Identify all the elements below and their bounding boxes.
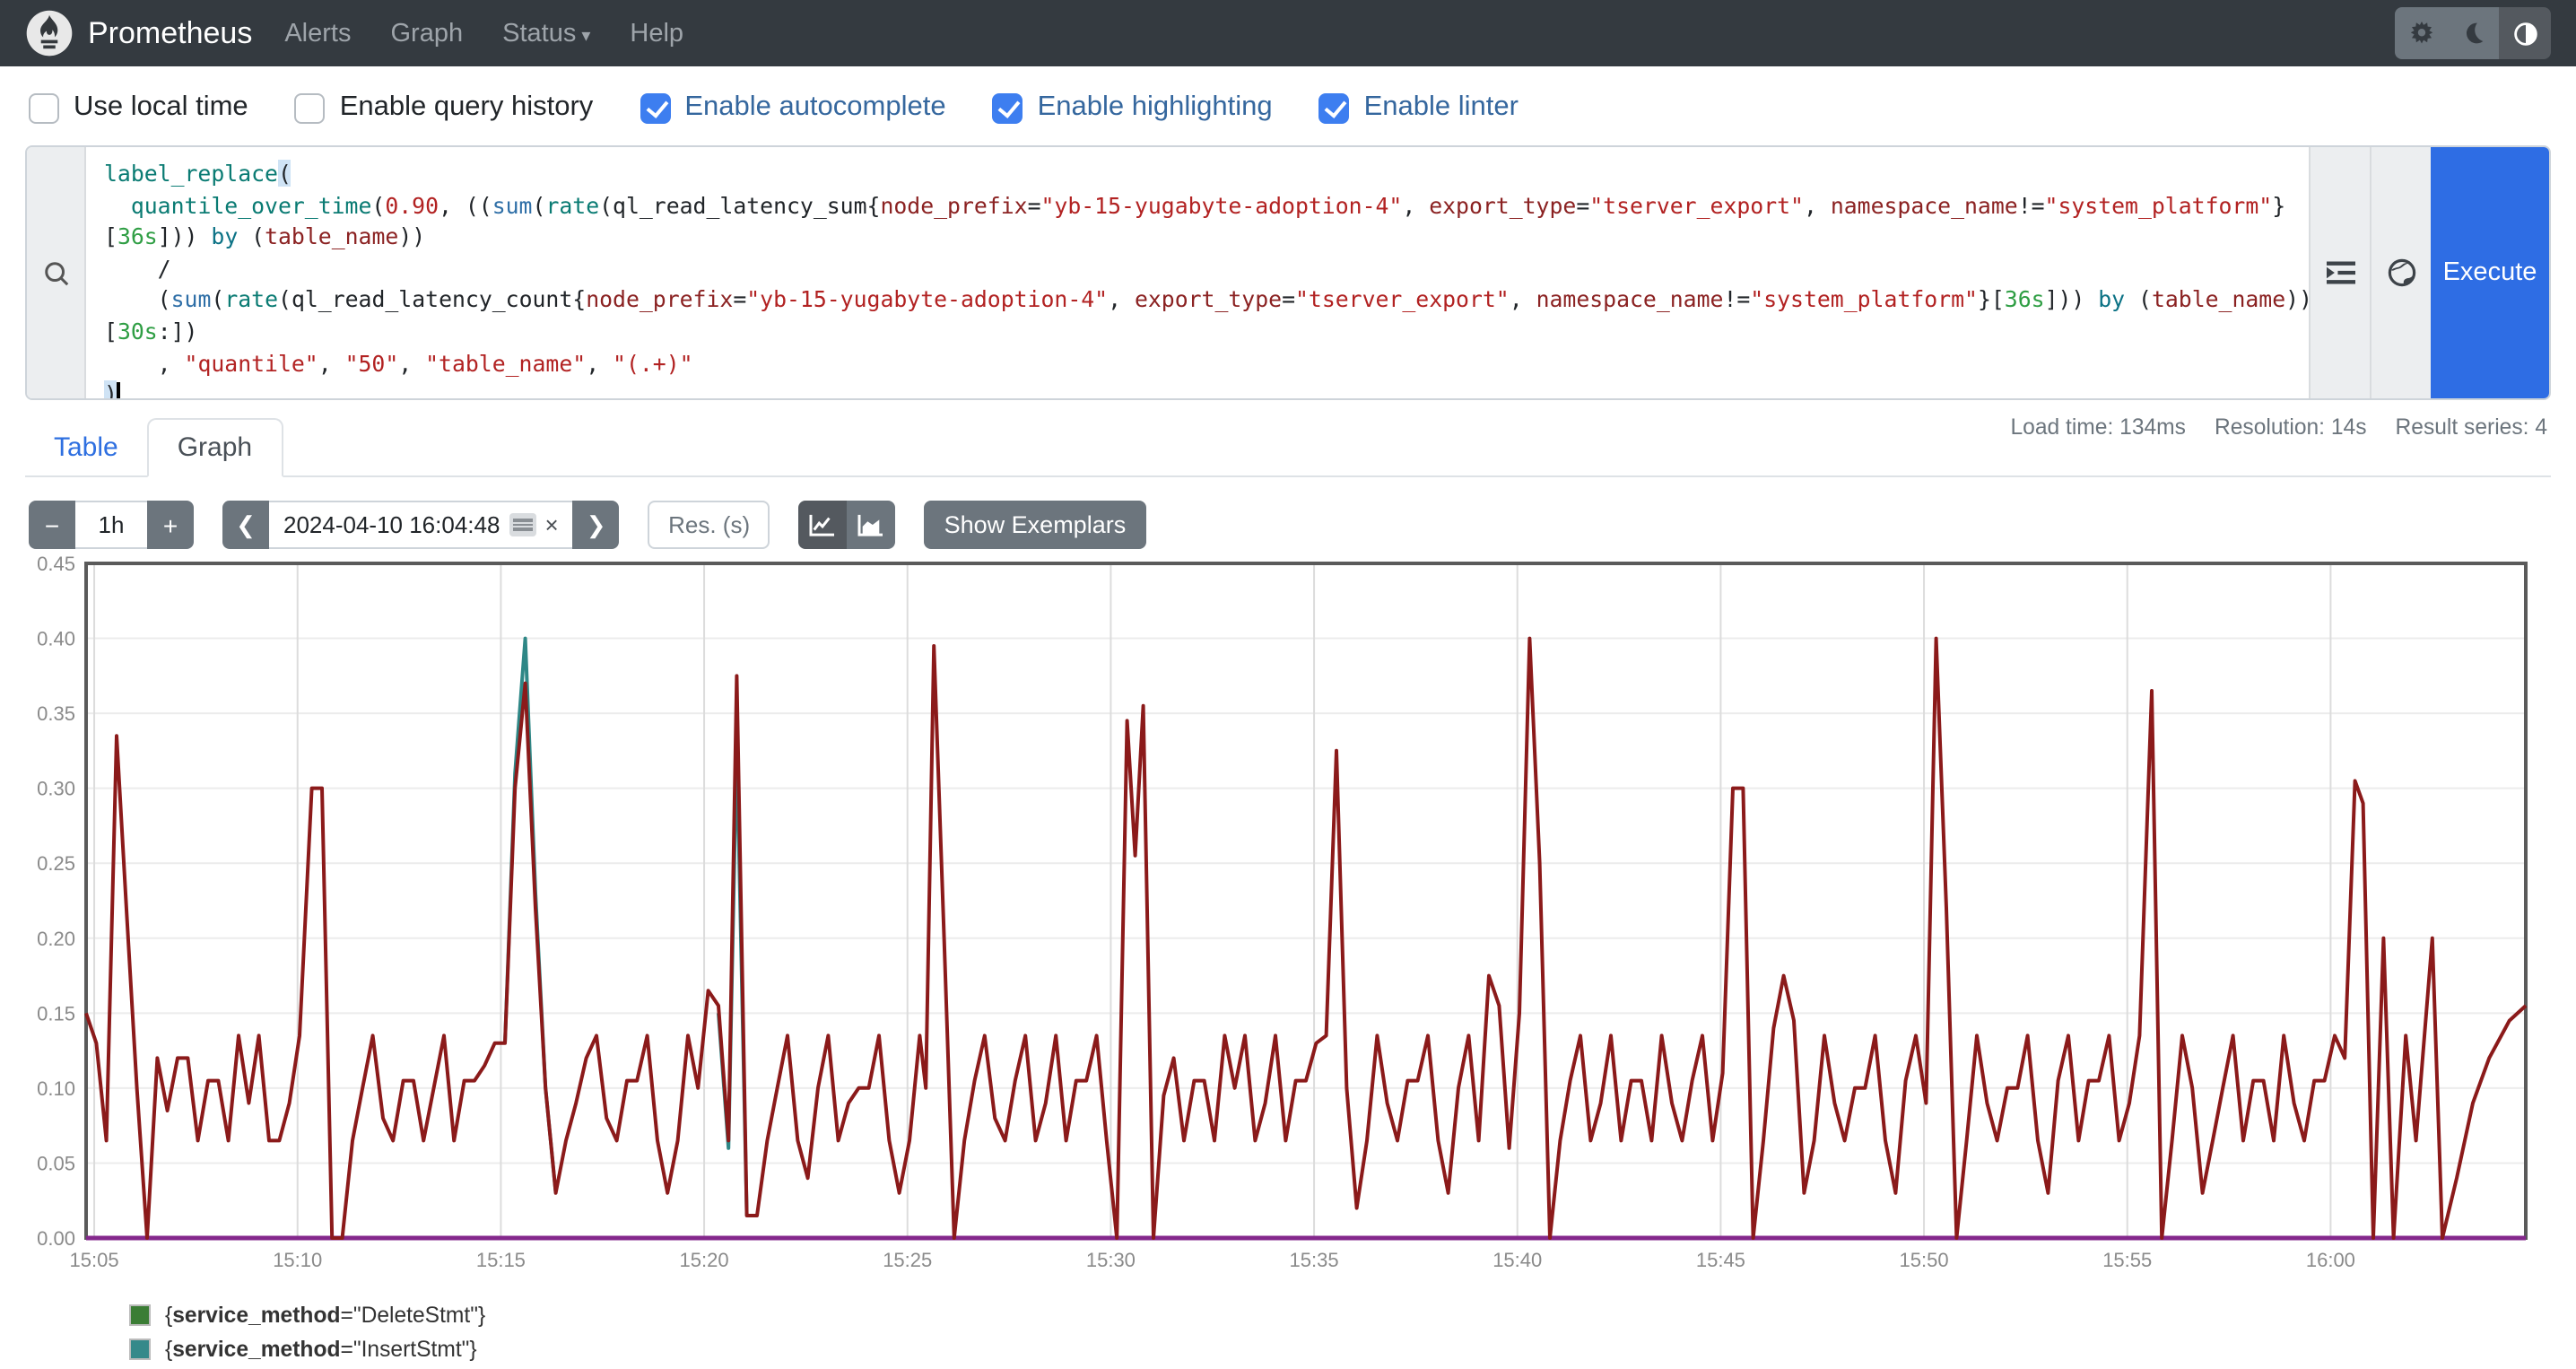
theme-toggle-group (2395, 7, 2551, 59)
option-label: Enable autocomplete (684, 92, 945, 124)
svg-text:0.20: 0.20 (37, 928, 75, 950)
option-enable-linter[interactable]: Enable linter (1319, 92, 1519, 124)
checkbox-icon[interactable] (1319, 92, 1350, 123)
svg-text:15:45: 15:45 (1696, 1249, 1745, 1271)
svg-text:15:20: 15:20 (680, 1249, 729, 1271)
svg-text:0.35: 0.35 (37, 702, 75, 725)
svg-text:15:10: 15:10 (273, 1249, 322, 1271)
checkbox-icon[interactable] (295, 92, 326, 123)
checkbox-icon[interactable] (29, 92, 59, 123)
option-enable-query-history[interactable]: Enable query history (295, 92, 594, 124)
svg-text:0.15: 0.15 (37, 1002, 75, 1025)
option-label: Enable linter (1364, 92, 1519, 124)
dark-theme-moon-icon[interactable] (2447, 7, 2499, 59)
option-enable-autocomplete[interactable]: Enable autocomplete (640, 92, 945, 124)
svg-text:0.40: 0.40 (37, 628, 75, 650)
svg-text:15:55: 15:55 (2102, 1249, 2152, 1271)
option-use-local-time[interactable]: Use local time (29, 92, 248, 124)
graph-chart[interactable]: 0.00 0.05 0.10 0.15 0.20 0.25 0.30 0.35 0.40 0.45… (0, 538, 2576, 1277)
nav-item-status[interactable]: Status▾ (502, 19, 590, 48)
checkbox-icon[interactable] (993, 92, 1023, 123)
svg-text:0.10: 0.10 (37, 1077, 75, 1100)
svg-text:15:15: 15:15 (476, 1249, 526, 1271)
svg-text:15:25: 15:25 (883, 1249, 932, 1271)
metrics-explorer-globe-icon[interactable] (2370, 147, 2431, 398)
legend-item[interactable]: {service_method="InsertStmt"} (129, 1337, 485, 1362)
nav-links: Alerts Graph Status▾ Help (284, 19, 683, 48)
end-time-value: 2024-04-10 16:04:48 (283, 511, 500, 538)
svg-text:0.05: 0.05 (37, 1152, 75, 1174)
brand[interactable]: Prometheus (25, 9, 252, 57)
option-label: Use local time (74, 92, 248, 124)
execute-button[interactable]: Execute (2431, 147, 2549, 398)
screenshot-stage: Prometheus Alerts Graph Status▾ Help Use… (0, 0, 2576, 1369)
option-label: Enable query history (340, 92, 594, 124)
prometheus-app: Prometheus Alerts Graph Status▾ Help Use… (0, 0, 2576, 1369)
legend-label: {service_method="DeleteStmt"} (165, 1303, 485, 1328)
load-time: Load time: 134ms (2010, 414, 2186, 440)
format-query-icon[interactable] (2309, 147, 2370, 398)
tab-graph[interactable]: Graph (147, 418, 283, 477)
result-series: Result series: 4 (2396, 414, 2548, 440)
light-theme-sun-icon[interactable] (2395, 7, 2447, 59)
svg-text:15:30: 15:30 (1086, 1249, 1136, 1271)
chevron-down-icon: ▾ (581, 26, 590, 46)
svg-text:0.00: 0.00 (37, 1227, 75, 1250)
options-row: Use local time Enable query history Enable… (0, 66, 2576, 145)
query-stats: Load time: 134ms Resolution: 14s Result … (2010, 414, 2547, 440)
svg-text:0.25: 0.25 (37, 852, 75, 875)
checkbox-icon[interactable] (640, 92, 670, 123)
svg-text:15:50: 15:50 (1900, 1249, 1949, 1271)
legend-swatch (129, 1338, 151, 1360)
query-panel: label_replace( quantile_over_time(0.90, … (25, 145, 2551, 400)
svg-text:15:05: 15:05 (70, 1249, 119, 1271)
query-expression: label_replace( quantile_over_time(0.90, … (104, 158, 2291, 398)
chart-legend: {service_method="DeleteStmt"} {service_me… (129, 1303, 485, 1362)
brand-title: Prometheus (88, 15, 252, 51)
legend-item[interactable]: {service_method="DeleteStmt"} (129, 1303, 485, 1328)
search-icon (27, 147, 86, 398)
tab-table[interactable]: Table (25, 420, 147, 475)
svg-text:0.45: 0.45 (37, 553, 75, 575)
option-enable-highlighting[interactable]: Enable highlighting (993, 92, 1273, 124)
auto-theme-contrast-icon[interactable] (2499, 7, 2551, 59)
legend-label: {service_method="InsertStmt"} (165, 1337, 477, 1362)
nav-item-graph[interactable]: Graph (391, 19, 464, 48)
query-editor[interactable]: label_replace( quantile_over_time(0.90, … (86, 147, 2309, 398)
resolution: Resolution: 14s (2215, 414, 2367, 440)
prometheus-logo-icon (25, 9, 74, 57)
datetime-picker-icon[interactable] (509, 513, 535, 536)
svg-text:15:35: 15:35 (1290, 1249, 1339, 1271)
nav-item-help[interactable]: Help (630, 19, 683, 48)
line-chart: 0.00 0.05 0.10 0.15 0.20 0.25 0.30 0.35 0.40 0.45… (0, 538, 2576, 1277)
svg-text:0.30: 0.30 (37, 778, 75, 800)
option-label: Enable highlighting (1038, 92, 1273, 124)
tabs-row: Table Graph Load time: 134ms Resolution:… (25, 418, 2551, 477)
navbar: Prometheus Alerts Graph Status▾ Help (0, 0, 2576, 66)
svg-text:15:40: 15:40 (1493, 1249, 1542, 1271)
clear-time-icon[interactable]: × (544, 511, 558, 538)
legend-swatch (129, 1304, 151, 1326)
svg-text:16:00: 16:00 (2306, 1249, 2355, 1271)
nav-item-alerts[interactable]: Alerts (284, 19, 351, 48)
